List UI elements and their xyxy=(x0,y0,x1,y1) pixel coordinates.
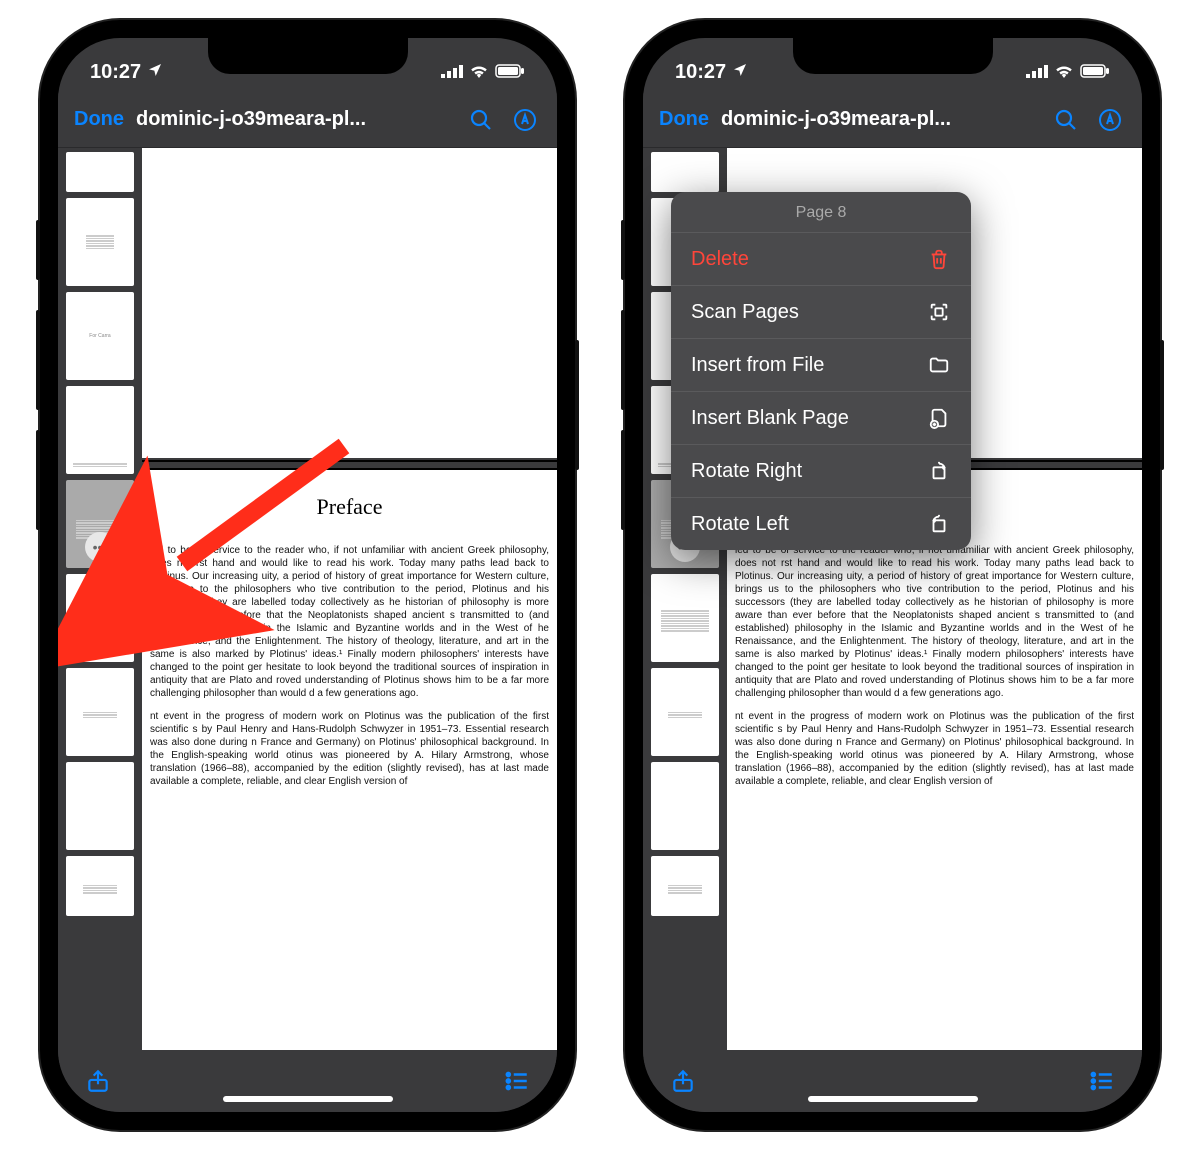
page-thumbnail[interactable] xyxy=(66,668,134,756)
signal-icon xyxy=(1026,61,1048,84)
page-thumbnail[interactable] xyxy=(651,762,719,850)
wifi-icon xyxy=(469,61,489,84)
page-thumbnail[interactable] xyxy=(66,574,134,662)
page-thumbnail[interactable] xyxy=(651,574,719,662)
clock: 10:27 xyxy=(675,61,726,84)
home-indicator[interactable] xyxy=(808,1096,978,1102)
wifi-icon xyxy=(1054,61,1074,84)
trash-icon xyxy=(927,247,951,271)
battery-icon xyxy=(1080,61,1110,84)
thumbnail-sidebar[interactable]: For Carra ••• xyxy=(58,148,142,1050)
location-icon xyxy=(147,61,163,84)
menu-insert-blank-page[interactable]: Insert Blank Page xyxy=(671,392,971,445)
menu-item-label: Rotate Right xyxy=(691,460,802,483)
nav-bar: Done dominic-j-o39meara-pl... xyxy=(58,92,557,148)
scan-icon xyxy=(927,300,951,324)
document-title: dominic-j-o39meara-pl... xyxy=(136,108,453,131)
menu-item-label: Scan Pages xyxy=(691,301,799,324)
markup-icon[interactable] xyxy=(509,104,541,136)
notch xyxy=(208,38,408,74)
page-thumbnail[interactable] xyxy=(66,856,134,916)
phone-right: 10:27 Done xyxy=(625,20,1160,1130)
rotate-left-icon xyxy=(927,512,951,536)
location-icon xyxy=(732,61,748,84)
page-gap xyxy=(142,460,557,470)
done-button[interactable]: Done xyxy=(74,108,124,131)
list-icon[interactable] xyxy=(501,1065,533,1097)
blank-page-icon xyxy=(927,406,951,430)
phone-left: 10:27 Done xyxy=(40,20,575,1130)
document-title: dominic-j-o39meara-pl... xyxy=(721,108,1038,131)
rotate-right-icon xyxy=(927,459,951,483)
signal-icon xyxy=(441,61,463,84)
page-thumbnail[interactable] xyxy=(651,668,719,756)
page-thumbnail[interactable] xyxy=(651,152,719,192)
notch xyxy=(793,38,993,74)
markup-icon[interactable] xyxy=(1094,104,1126,136)
page-body-text: led to be of service to the reader who, … xyxy=(735,544,1134,788)
menu-rotate-right[interactable]: Rotate Right xyxy=(671,445,971,498)
done-button[interactable]: Done xyxy=(659,108,709,131)
nav-bar: Done dominic-j-o39meara-pl... xyxy=(643,92,1142,148)
list-icon[interactable] xyxy=(1086,1065,1118,1097)
page-thumbnail[interactable]: For Carra xyxy=(66,292,134,380)
search-icon[interactable] xyxy=(465,104,497,136)
share-icon[interactable] xyxy=(82,1065,114,1097)
page-thumbnail[interactable] xyxy=(66,386,134,474)
menu-item-label: Insert from File xyxy=(691,354,824,377)
previous-page[interactable] xyxy=(142,148,557,458)
search-icon[interactable] xyxy=(1050,104,1082,136)
page-heading: Preface xyxy=(150,494,549,520)
home-indicator[interactable] xyxy=(223,1096,393,1102)
battery-icon xyxy=(495,61,525,84)
folder-icon xyxy=(927,353,951,377)
menu-insert-from-file[interactable]: Insert from File xyxy=(671,339,971,392)
toolbar-bottom xyxy=(58,1050,557,1112)
page-thumbnail-selected[interactable]: ••• xyxy=(66,480,134,568)
page-thumbnail[interactable] xyxy=(66,198,134,286)
toolbar-bottom xyxy=(643,1050,1142,1112)
current-page[interactable]: Preface led to be of service to the read… xyxy=(727,470,1142,1050)
menu-delete[interactable]: Delete xyxy=(671,233,971,286)
more-options-icon[interactable]: ••• xyxy=(85,532,115,562)
page-thumbnail[interactable] xyxy=(66,762,134,850)
menu-item-label: Delete xyxy=(691,248,749,271)
share-icon[interactable] xyxy=(667,1065,699,1097)
document-main-view[interactable]: Preface led to be of service to the read… xyxy=(142,148,557,1050)
menu-item-label: Rotate Left xyxy=(691,513,789,536)
page-thumbnail[interactable] xyxy=(66,152,134,192)
menu-item-label: Insert Blank Page xyxy=(691,407,849,430)
current-page[interactable]: Preface led to be of service to the read… xyxy=(142,470,557,1050)
page-body-text: led to be of service to the reader who, … xyxy=(150,544,549,788)
page-context-menu: Page 8 Delete Scan Pages Insert from Fil… xyxy=(671,192,971,550)
menu-title: Page 8 xyxy=(671,192,971,233)
menu-rotate-left[interactable]: Rotate Left xyxy=(671,498,971,550)
page-thumbnail[interactable] xyxy=(651,856,719,916)
clock: 10:27 xyxy=(90,61,141,84)
menu-scan-pages[interactable]: Scan Pages xyxy=(671,286,971,339)
